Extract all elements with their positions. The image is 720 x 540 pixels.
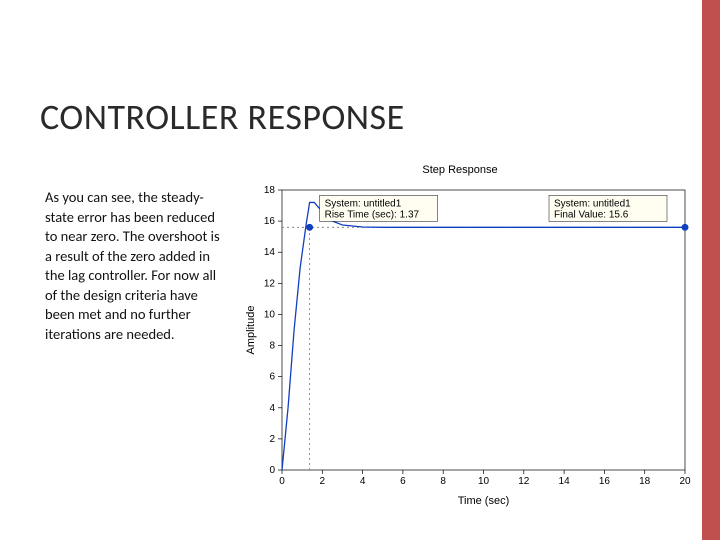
slide-title: CONTROLLER RESPONSE [40, 95, 405, 139]
svg-text:8: 8 [269, 341, 275, 352]
accent-bar [702, 0, 720, 540]
svg-text:8: 8 [440, 476, 446, 487]
svg-text:Amplitude: Amplitude [245, 306, 257, 355]
svg-text:2: 2 [269, 434, 275, 445]
plot-area: 0 2 4 6 8 10 12 14 16 18 20 0 2 4 6 8 10 12 14 16 18 Time (se… [245, 185, 691, 507]
svg-text:Rise Time (sec): 1.37: Rise Time (sec): 1.37 [325, 209, 420, 220]
svg-text:10: 10 [264, 309, 276, 320]
step-response-chart: Step Response 02468101214161820024681012… [240, 170, 695, 510]
chart-title: Step Response [240, 164, 680, 176]
svg-text:16: 16 [599, 476, 611, 487]
svg-text:0: 0 [279, 476, 285, 487]
svg-text:6: 6 [269, 372, 275, 383]
svg-text:2: 2 [320, 476, 326, 487]
svg-text:4: 4 [360, 476, 366, 487]
svg-text:System: untitled1: System: untitled1 [554, 198, 631, 209]
svg-text:14: 14 [559, 476, 571, 487]
svg-text:12: 12 [518, 476, 530, 487]
svg-text:14: 14 [264, 247, 276, 258]
body-paragraph: As you can see, the steady-state error h… [45, 188, 220, 345]
svg-text:18: 18 [639, 476, 651, 487]
svg-text:0: 0 [269, 465, 275, 476]
svg-text:6: 6 [400, 476, 406, 487]
svg-text:System: untitled1: System: untitled1 [325, 198, 402, 209]
svg-text:4: 4 [269, 403, 275, 414]
slide: CONTROLLER RESPONSE As you can see, the … [0, 0, 720, 540]
svg-text:Final Value: 15.6: Final Value: 15.6 [554, 209, 629, 220]
svg-text:20: 20 [679, 476, 691, 487]
svg-text:18: 18 [264, 185, 276, 196]
svg-text:10: 10 [478, 476, 490, 487]
svg-text:Time (sec): Time (sec) [458, 495, 510, 507]
svg-text:16: 16 [264, 216, 276, 227]
svg-text:12: 12 [264, 278, 276, 289]
